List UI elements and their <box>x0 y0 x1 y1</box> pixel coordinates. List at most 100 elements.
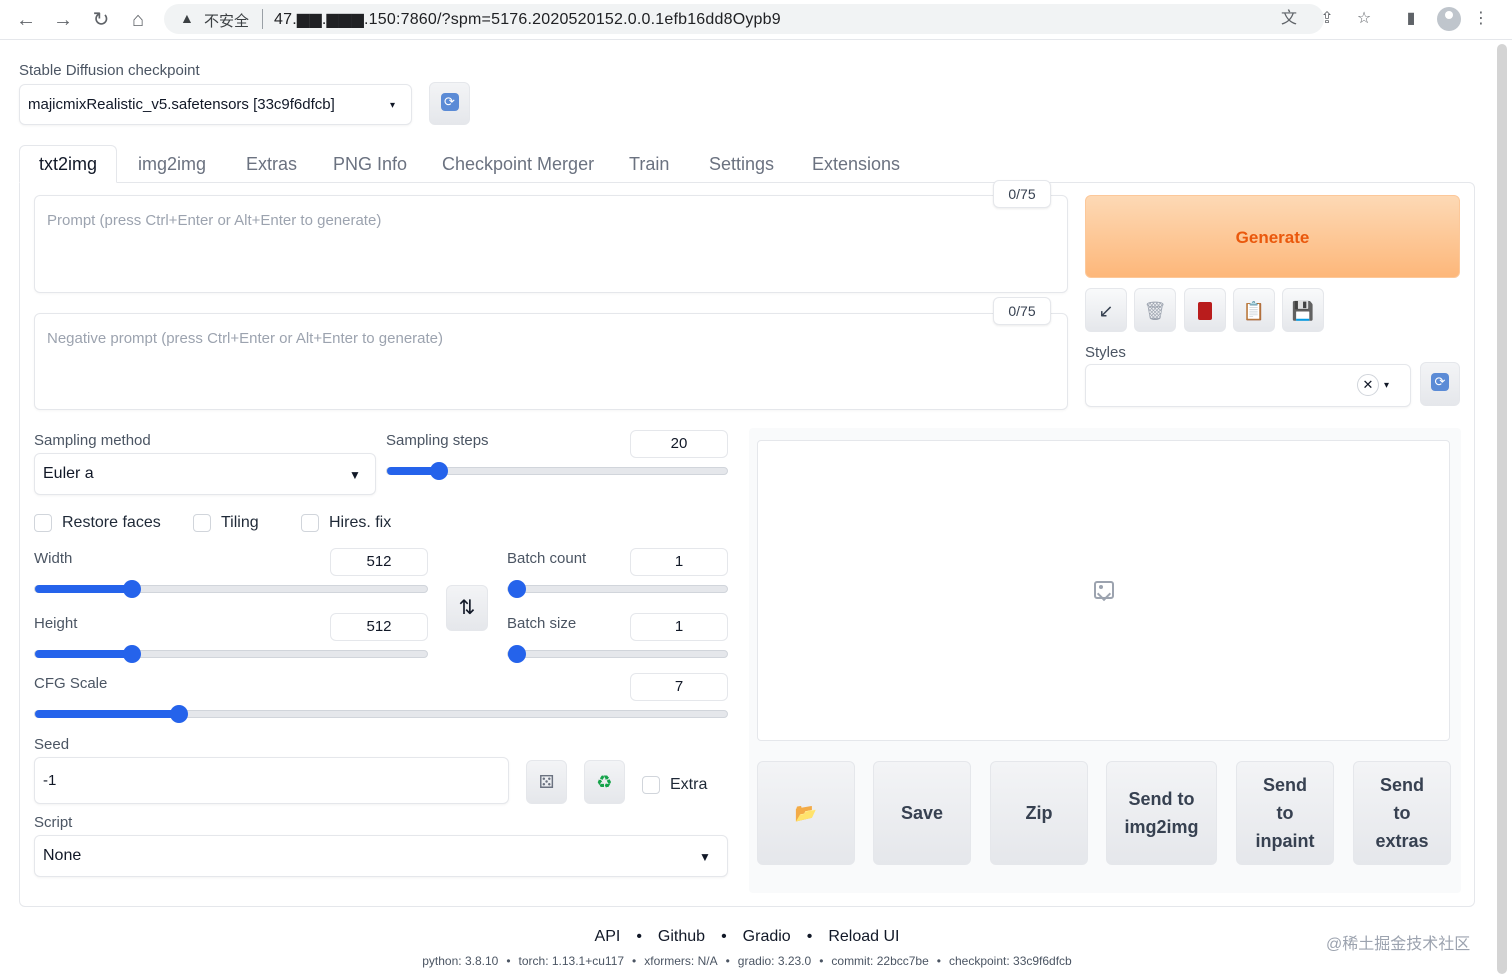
tiling-checkbox[interactable] <box>193 514 211 532</box>
send-to-extras-button[interactable]: Send to extras <box>1353 761 1451 865</box>
tab-checkpoint-merger[interactable]: Checkpoint Merger <box>442 146 594 182</box>
height-fill <box>35 650 132 658</box>
refresh-icon: ⟳ <box>440 93 459 111</box>
sidebar-icon[interactable]: ▮ <box>1400 8 1422 30</box>
send-to-inpaint-button[interactable]: Send to inpaint <box>1236 761 1334 865</box>
seed-value: -1 <box>43 772 57 789</box>
warning-icon: ▲ <box>180 10 194 26</box>
seed-input[interactable]: -1 <box>34 757 509 804</box>
footer-link-reload-ui[interactable]: Reload UI <box>828 928 899 945</box>
width-thumb[interactable] <box>123 580 141 598</box>
random-seed-button[interactable]: ⚄ <box>526 760 567 804</box>
reuse-seed-button[interactable]: ♻ <box>584 760 625 804</box>
save-style-button[interactable]: 💾 <box>1282 288 1324 332</box>
arrow-down-left-icon: ↙ <box>1098 301 1114 321</box>
width-label: Width <box>34 550 73 567</box>
cfg-scale-fill <box>35 710 179 718</box>
refresh-checkpoint-button[interactable]: ⟳ <box>429 82 470 125</box>
batch-size-label: Batch size <box>507 615 577 632</box>
forward-icon[interactable]: → <box>51 8 75 32</box>
cfg-scale-thumb[interactable] <box>170 705 188 723</box>
cfg-scale-slider[interactable] <box>34 705 728 723</box>
clear-prompt-button[interactable]: 🗑 <box>1134 288 1176 332</box>
sampling-steps-thumb[interactable] <box>430 462 448 480</box>
batch-count-thumb[interactable] <box>508 580 526 598</box>
url-text[interactable]: 47.▆▆.▆▆▆.150:7860/?spm=5176.2020520152.… <box>274 9 781 29</box>
clipboard-icon: 📋 <box>1242 301 1266 321</box>
read-params-button[interactable]: ↙ <box>1085 288 1127 332</box>
negative-prompt-placeholder: Negative prompt (press Ctrl+Enter or Alt… <box>47 330 444 347</box>
batch-count-slider[interactable] <box>507 580 728 598</box>
footer-link-api[interactable]: API <box>595 928 621 945</box>
watermark: @稀土掘金技术社区 <box>1326 936 1471 953</box>
card-icon <box>1198 302 1212 320</box>
clear-styles-icon[interactable]: ✕ <box>1357 374 1379 396</box>
prompt-placeholder: Prompt (press Ctrl+Enter or Alt+Enter to… <box>47 212 382 229</box>
restore-faces-checkbox[interactable] <box>34 514 52 532</box>
reload-icon[interactable]: ↻ <box>89 8 113 32</box>
footer-separator: • <box>632 954 637 968</box>
extra-networks-button[interactable] <box>1184 288 1226 332</box>
tab-png-info[interactable]: PNG Info <box>333 146 407 182</box>
batch-size-thumb[interactable] <box>508 645 526 663</box>
cfg-scale-input[interactable]: 7 <box>630 673 728 701</box>
batch-size-input[interactable]: 1 <box>630 613 728 641</box>
generate-button[interactable]: Generate <box>1085 195 1460 278</box>
translate-icon[interactable]: 文 <box>1278 8 1300 30</box>
checkpoint-select[interactable]: majicmixRealistic_v5.safetensors [33c9f6… <box>19 84 412 125</box>
negative-prompt-input[interactable]: Negative prompt (press Ctrl+Enter or Alt… <box>34 313 1068 410</box>
back-icon[interactable]: ← <box>14 8 38 32</box>
sampling-steps-input[interactable]: 20 <box>630 430 728 458</box>
browser-toolbar: ← → ↻ ⌂ ▲ 不安全 47.▆▆.▆▆▆.150:7860/?spm=51… <box>0 0 1512 40</box>
zip-button[interactable]: Zip <box>990 761 1088 865</box>
share-icon[interactable]: ⇪ <box>1316 8 1338 30</box>
home-icon[interactable]: ⌂ <box>126 8 150 32</box>
footer-link-gradio[interactable]: Gradio <box>743 928 791 945</box>
sampling-method-select[interactable]: Euler a ▼ <box>34 453 376 495</box>
version-python: python: 3.8.10 <box>422 954 499 968</box>
tab-settings[interactable]: Settings <box>709 146 774 182</box>
footer-version-info: python: 3.8.10 • torch: 1.13.1+cu117 • xform… <box>0 954 1494 968</box>
hires-fix-checkbox[interactable] <box>301 514 319 532</box>
dice-icon: ⚄ <box>538 772 555 792</box>
page-scrollbar[interactable] <box>1497 44 1507 974</box>
width-slider[interactable] <box>34 580 428 598</box>
tab-train[interactable]: Train <box>629 146 669 182</box>
prompt-input[interactable]: Prompt (press Ctrl+Enter or Alt+Enter to… <box>34 195 1068 293</box>
chevron-down-icon: ▾ <box>1384 380 1390 391</box>
batch-count-input[interactable]: 1 <box>630 548 728 576</box>
bookmark-star-icon[interactable]: ☆ <box>1353 8 1375 30</box>
script-label: Script <box>34 814 73 831</box>
batch-size-slider[interactable] <box>507 645 728 663</box>
apply-style-button[interactable]: 📋 <box>1233 288 1275 332</box>
extra-seed-checkbox[interactable] <box>642 776 660 794</box>
script-select[interactable]: None ▼ <box>34 835 728 877</box>
tab-extras[interactable]: Extras <box>246 146 297 182</box>
sampling-method-value: Euler a <box>43 465 94 482</box>
hires-fix-label: Hires. fix <box>329 514 392 531</box>
height-input[interactable]: 512 <box>330 613 428 641</box>
height-slider[interactable] <box>34 645 428 663</box>
open-folder-button[interactable]: 📂 <box>757 761 855 865</box>
footer-separator: • <box>721 928 727 945</box>
footer-separator: • <box>806 928 813 945</box>
height-thumb[interactable] <box>123 645 141 663</box>
save-button[interactable]: Save <box>873 761 971 865</box>
address-bar[interactable]: ▲ 不安全 47.▆▆.▆▆▆.150:7860/?spm=5176.20205… <box>164 4 1324 34</box>
footer-separator: • <box>819 954 824 968</box>
prompt-token-counter: 0/75 <box>993 180 1051 208</box>
version-torch: torch: 1.13.1+cu117 <box>518 954 625 968</box>
width-input[interactable]: 512 <box>330 548 428 576</box>
profile-avatar[interactable] <box>1437 7 1461 31</box>
tab-img2img[interactable]: img2img <box>138 146 206 182</box>
tab-txt2img[interactable]: txt2img <box>19 145 117 183</box>
footer-link-github[interactable]: Github <box>658 928 705 945</box>
send-to-img2img-button[interactable]: Send to img2img <box>1106 761 1217 865</box>
refresh-styles-button[interactable]: ⟳ <box>1420 362 1460 406</box>
menu-dots-icon[interactable]: ⋮ <box>1470 8 1492 30</box>
script-value: None <box>43 847 82 864</box>
sampling-steps-slider[interactable] <box>386 462 728 480</box>
refresh-icon: ⟳ <box>1431 373 1449 391</box>
swap-dimensions-button[interactable]: ⇅ <box>446 585 488 631</box>
tab-extensions[interactable]: Extensions <box>812 146 900 182</box>
